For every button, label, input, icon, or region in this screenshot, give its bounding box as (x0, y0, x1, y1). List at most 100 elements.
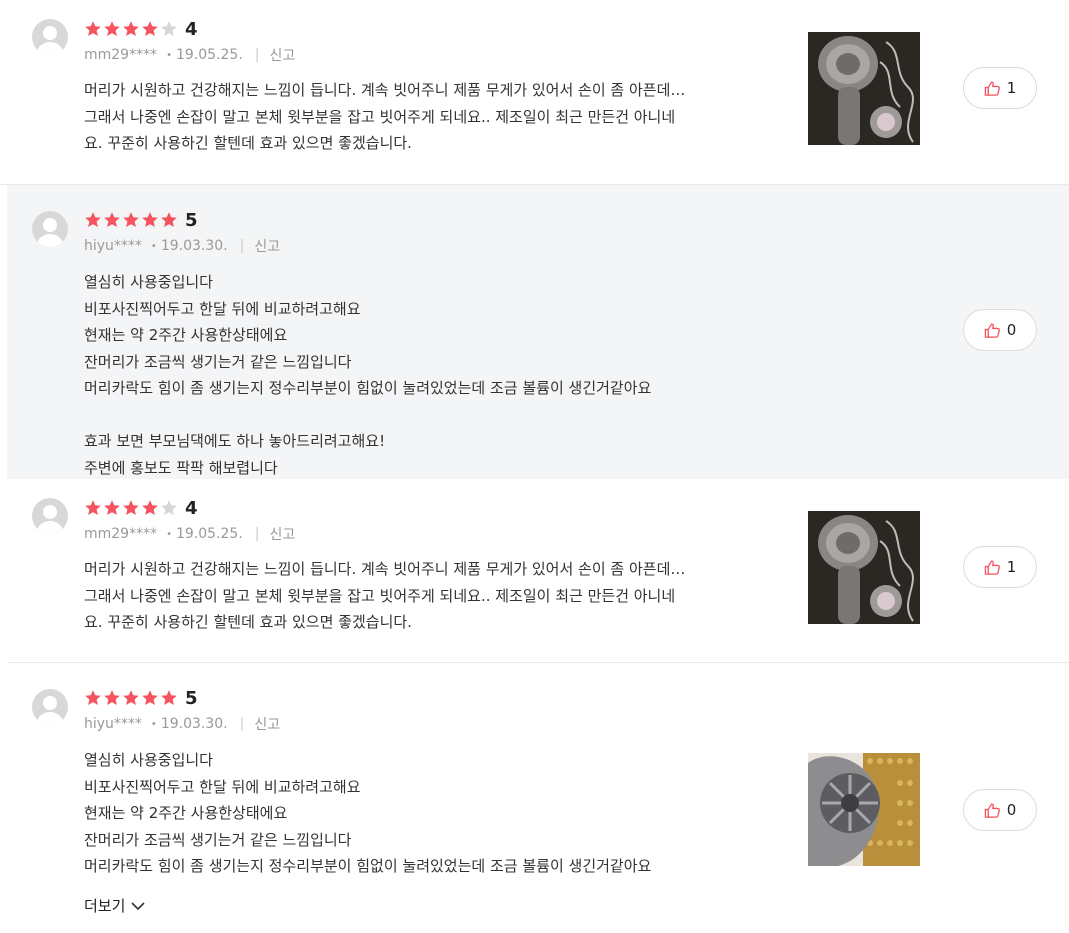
meta-divider: | (254, 526, 260, 542)
meta-divider: | (239, 716, 245, 732)
review-photo[interactable] (808, 753, 920, 866)
like-count: 1 (1006, 79, 1017, 97)
review-list: 4 mm29**** • 19.05.25. | 신고 머리가 시원하고 건강해… (0, 0, 1069, 932)
rating-row: 5 (84, 685, 1069, 711)
star-icon (160, 20, 178, 38)
review-meta: hiyu**** • 19.03.30. | 신고 (84, 236, 1069, 256)
meta-divider: | (254, 47, 260, 63)
like-button[interactable]: 0 (963, 309, 1037, 351)
star-icon (103, 499, 121, 517)
review-line: 주변에 홍보도 팍팍 해보렵니다 (84, 458, 278, 477)
star-icon (103, 211, 121, 229)
avatar (32, 689, 68, 725)
meta-dot: • (166, 528, 172, 540)
chevron-down-icon (125, 897, 145, 915)
star-icon (141, 211, 159, 229)
reviewer-name: hiyu**** (84, 238, 142, 254)
review-meta: mm29**** • 19.05.25. | 신고 (84, 524, 1069, 544)
review-line: 그래서 나중엔 손잡이 말고 본체 윗부분을 잡고 빗어주게 되네요.. 제조일… (84, 586, 676, 605)
show-more-label: 더보기 (84, 897, 126, 915)
star-icon (84, 20, 102, 38)
review-line: 잔머리가 조금씩 생기는거 같은 느낌입니다 (84, 352, 352, 371)
meta-divider: | (239, 238, 245, 254)
star-icon (160, 689, 178, 707)
like-count: 0 (1006, 321, 1017, 339)
star-icon (103, 689, 121, 707)
thumbs-up-icon (984, 802, 1007, 819)
review-item: 4 mm29**** • 19.05.25. | 신고 머리가 시원하고 건강해… (0, 0, 1069, 185)
review-line: 현재는 약 2주간 사용한상태에요 (84, 326, 288, 344)
review-line: 열심히 사용중입니다 (84, 751, 213, 769)
star-icon (160, 499, 178, 517)
meta-dot: • (150, 240, 157, 252)
rating-row: 4 (84, 16, 1069, 42)
review-item: 4 mm29**** • 19.05.25. | 신고 머리가 시원하고 건강해… (7, 479, 1069, 663)
thumbs-up-icon (984, 80, 1007, 97)
report-link[interactable]: 신고 (254, 236, 280, 256)
review-line: 잔머리가 조금씩 생기는거 같은 느낌입니다 (84, 830, 352, 849)
review-item: 5 hiyu**** • 19.03.30. | 신고 열심히 사용중입니다 비… (0, 663, 1069, 932)
review-line: 요. 꾸준히 사용하긴 할텐데 효과 있으면 좋겠습니다. (84, 613, 412, 631)
like-count: 1 (1006, 558, 1017, 576)
review-line: 현재는 약 2주간 사용한상태에요 (84, 804, 288, 822)
review-photo[interactable] (808, 32, 920, 145)
show-more-button[interactable]: 더보기 (84, 895, 145, 916)
star-icon (84, 211, 102, 229)
star-icon (84, 689, 102, 707)
review-line: 머리가 시원하고 건강해지는 느낌이 듭니다. 계속 빗어주니 제품 무게가 있… (84, 560, 686, 578)
star-icon (103, 20, 121, 38)
review-line: 머리가 시원하고 건강해지는 느낌이 듭니다. 계속 빗어주니 제품 무게가 있… (84, 81, 686, 99)
review-blank-line (84, 402, 784, 429)
review-photo[interactable] (808, 511, 920, 624)
rating-score: 4 (185, 497, 198, 519)
review-item: 5 hiyu**** • 19.03.30. | 신고 열심히 사용중입니다 비… (7, 185, 1069, 479)
report-link[interactable]: 신고 (270, 45, 296, 65)
review-line: 열심히 사용중입니다 (84, 273, 213, 291)
star-icon (122, 211, 140, 229)
review-line: 머리카락도 힘이 좀 생기는지 정수리부분이 힘없이 눌려있었는데 조금 볼륨이… (84, 379, 652, 397)
star-rating (84, 211, 179, 229)
review-line: 효과 보면 부모님댁에도 하나 놓아드리려고해요! (84, 432, 386, 450)
star-icon (122, 20, 140, 38)
star-icon (141, 689, 159, 707)
review-line: 비포사진찍어두고 한달 뒤에 비교하려고해요 (84, 299, 361, 318)
review-date: 19.05.25. (176, 526, 243, 542)
meta-dot: • (150, 718, 157, 730)
rating-row: 5 (84, 207, 1069, 233)
like-button[interactable]: 1 (963, 546, 1037, 588)
avatar (32, 211, 68, 247)
reviewer-name: hiyu**** (84, 716, 142, 732)
review-date: 19.03.30. (160, 238, 228, 254)
report-link[interactable]: 신고 (254, 714, 280, 734)
review-text: 열심히 사용중입니다 비포사진찍어두고 한달 뒤에 비교하려고해요 현재는 약 … (84, 269, 784, 481)
star-rating (84, 689, 179, 707)
star-icon (84, 499, 102, 517)
reviewer-name: mm29**** (84, 526, 158, 542)
review-line: 요. 꾸준히 사용하긴 할텐데 효과 있으면 좋겠습니다. (84, 134, 412, 152)
report-link[interactable]: 신고 (270, 524, 296, 544)
review-line: 머리카락도 힘이 좀 생기는지 정수리부분이 힘없이 눌려있었는데 조금 볼륨이… (84, 857, 652, 875)
review-line: 비포사진찍어두고 한달 뒤에 비교하려고해요 (84, 777, 361, 796)
rating-score: 4 (185, 18, 198, 40)
review-date: 19.05.25. (176, 47, 243, 63)
review-text: 머리가 시원하고 건강해지는 느낌이 듭니다. 계속 빗어주니 제품 무게가 있… (84, 77, 784, 157)
thumbs-up-icon (984, 322, 1007, 339)
thumbs-up-icon (984, 559, 1007, 576)
star-rating (84, 499, 179, 517)
like-button[interactable]: 1 (963, 67, 1037, 109)
star-icon (122, 499, 140, 517)
rating-score: 5 (185, 209, 198, 231)
review-text: 열심히 사용중입니다 비포사진찍어두고 한달 뒤에 비교하려고해요 현재는 약 … (84, 747, 784, 880)
like-count: 0 (1006, 801, 1017, 819)
avatar (32, 498, 68, 534)
review-date: 19.03.30. (160, 716, 228, 732)
meta-dot: • (166, 49, 172, 61)
star-icon (160, 211, 178, 229)
star-icon (141, 499, 159, 517)
rating-row: 4 (84, 495, 1069, 521)
star-rating (84, 20, 179, 38)
review-meta: mm29**** • 19.05.25. | 신고 (84, 45, 1069, 65)
like-button[interactable]: 0 (963, 789, 1037, 831)
star-icon (122, 689, 140, 707)
review-meta: hiyu**** • 19.03.30. | 신고 (84, 714, 1069, 734)
